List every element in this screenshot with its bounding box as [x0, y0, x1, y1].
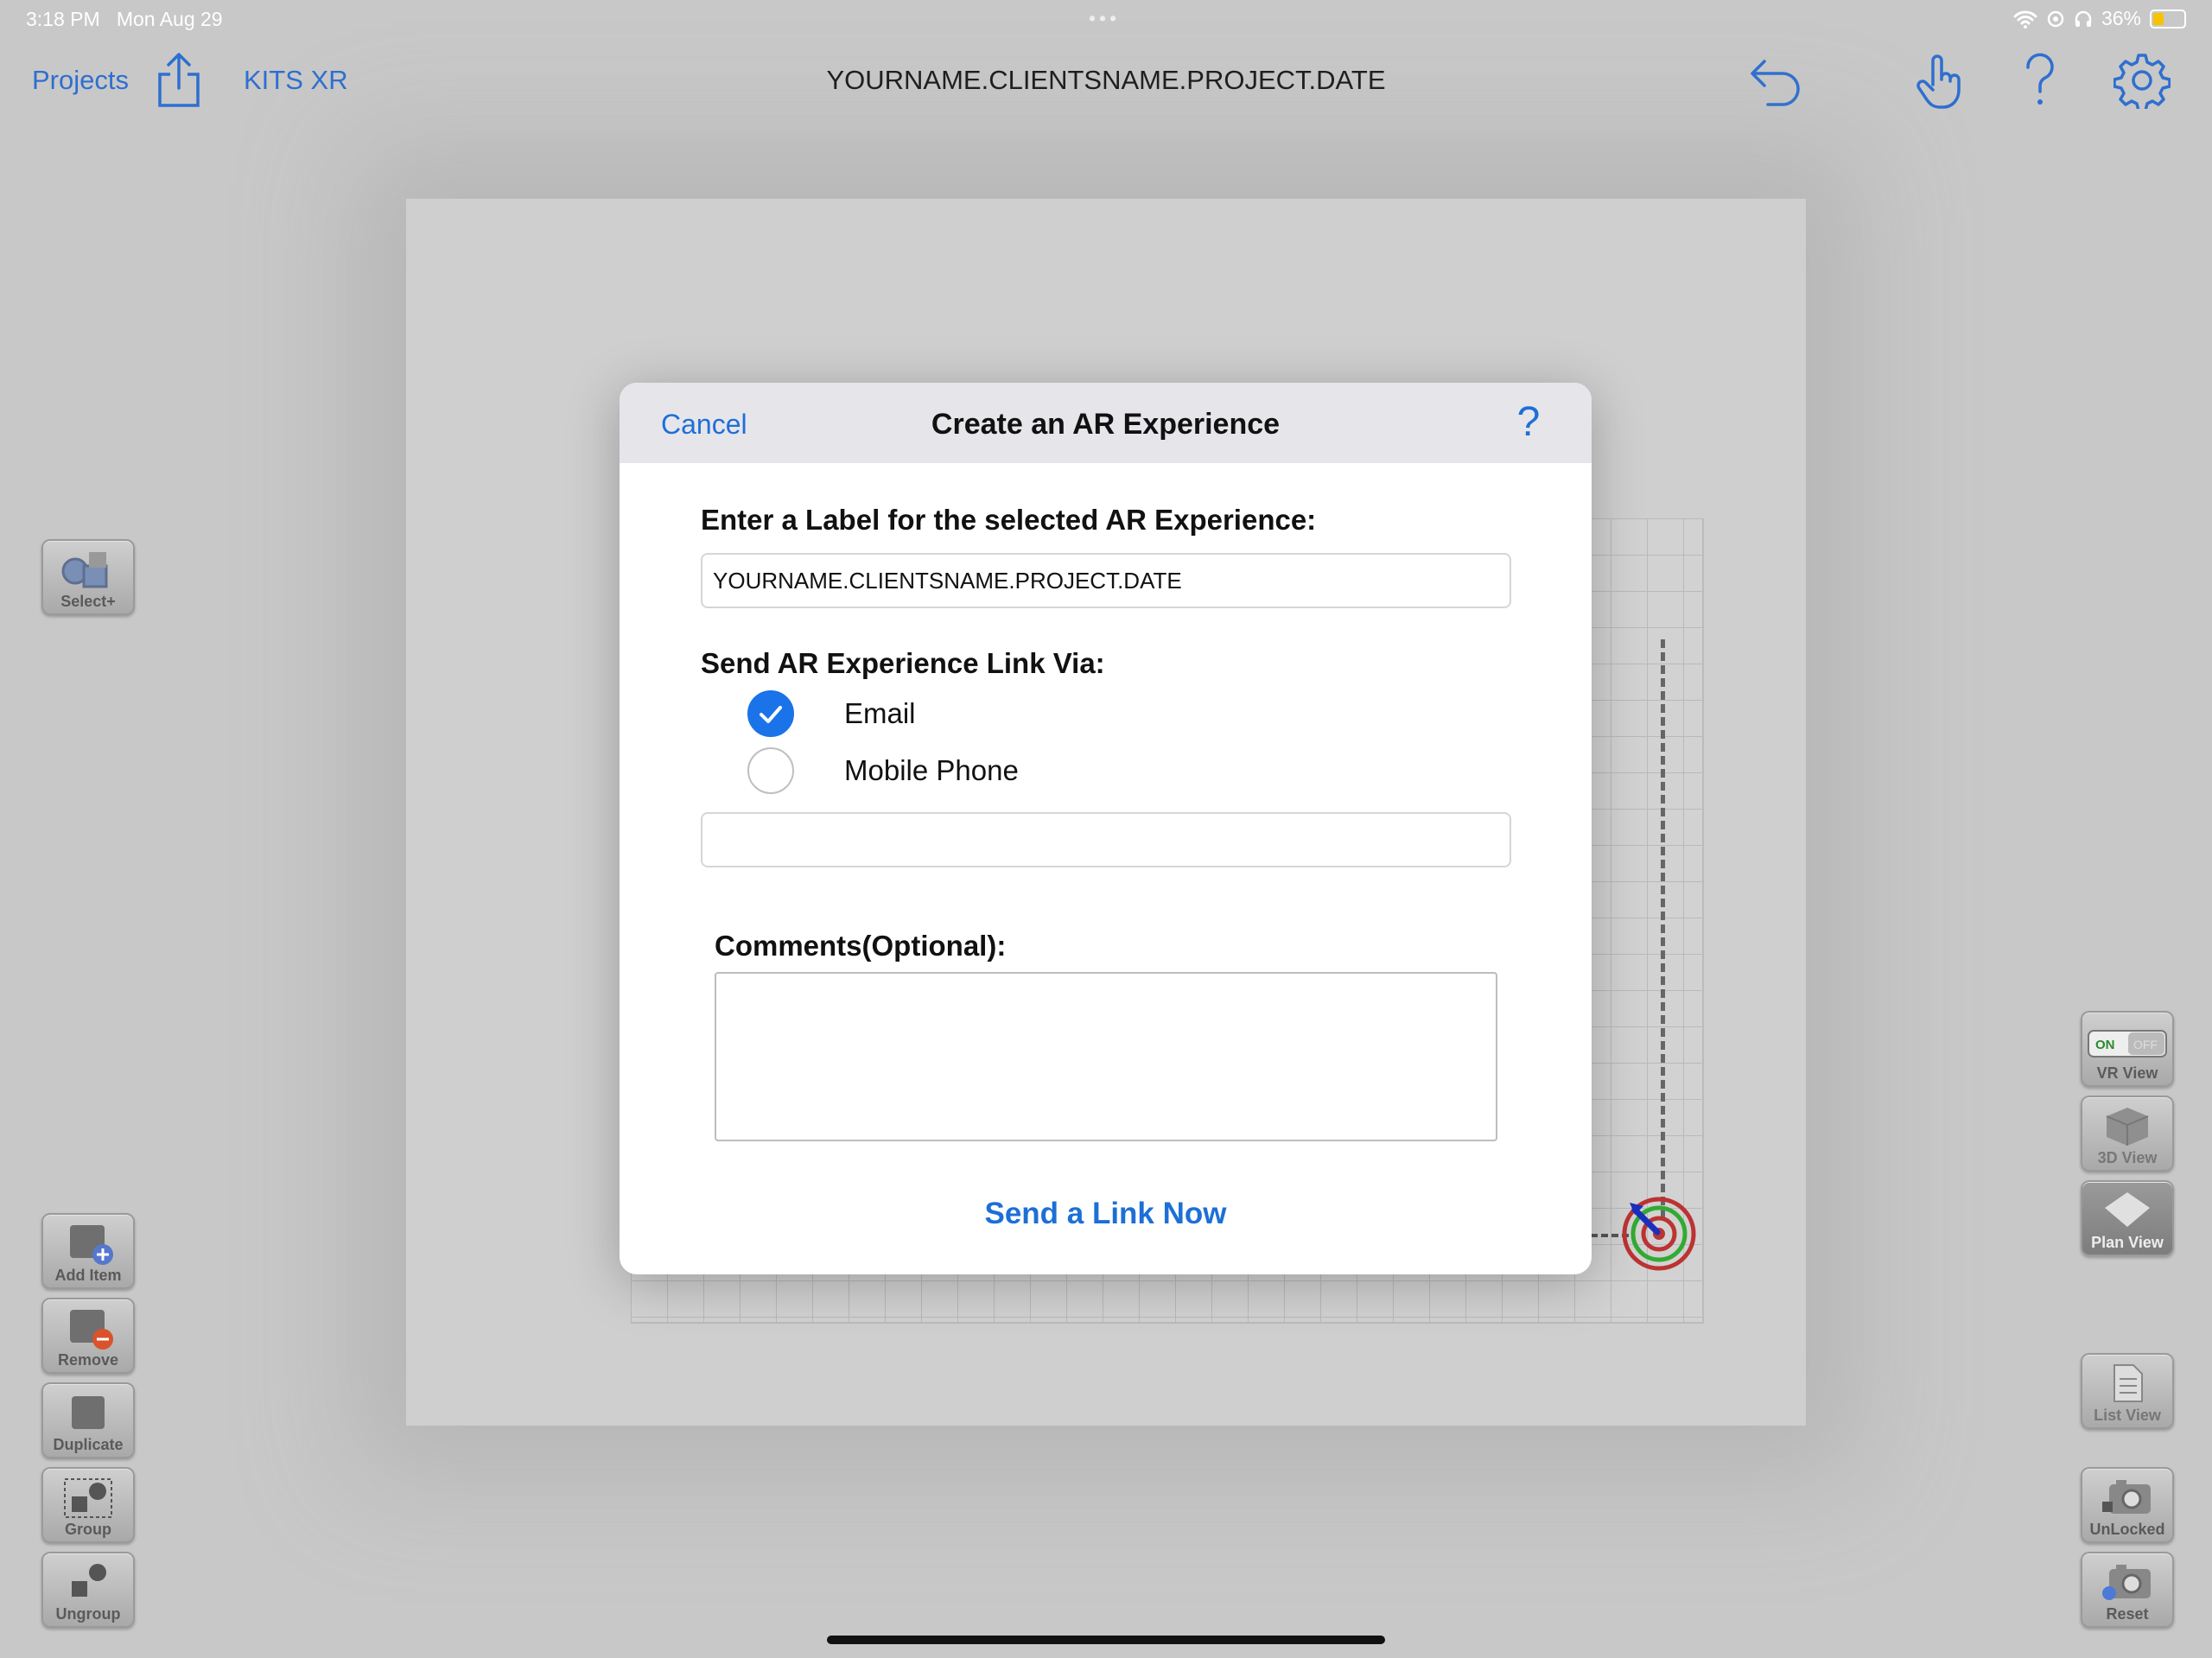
ungroup-icon [43, 1559, 133, 1605]
select-plus-button[interactable]: Select+ [41, 539, 135, 615]
label-prompt: Enter a Label for the selected AR Experi… [701, 504, 1317, 536]
group-button[interactable]: Group [41, 1467, 135, 1543]
location-lock-icon [2047, 10, 2064, 27]
radio-phone-label: Mobile Phone [844, 754, 1019, 786]
status-right: 36% [2013, 7, 2186, 30]
vr-view-toggle[interactable]: ON OFF VR View [2081, 1011, 2174, 1087]
cube-icon [2082, 1102, 2172, 1149]
origin-target-icon[interactable] [1616, 1185, 1702, 1272]
select-shapes-icon [43, 546, 133, 593]
remove-button[interactable]: Remove [41, 1298, 135, 1374]
remove-item-icon [43, 1305, 133, 1351]
svg-text:ON: ON [2095, 1038, 2115, 1052]
multitasking-dots-icon[interactable]: ••• [1089, 7, 1120, 30]
dialog-header: Cancel Create an AR Experience ? [620, 383, 1592, 463]
list-view-button[interactable]: List View [2081, 1353, 2174, 1429]
status-time: 3:18 PM Mon Aug 29 [26, 8, 223, 30]
radio-mobile-phone[interactable]: Mobile Phone [747, 747, 1019, 794]
duplicate-button[interactable]: Duplicate [41, 1382, 135, 1458]
radio-circle-icon[interactable] [747, 747, 794, 794]
add-item-icon [43, 1220, 133, 1267]
dialog-help-button[interactable]: ? [1507, 398, 1550, 447]
send-link-button[interactable]: Send a Link Now [620, 1197, 1592, 1231]
camera-unlock-icon [2082, 1474, 2172, 1521]
axis-line-vertical [1661, 639, 1665, 1218]
comments-label: Comments(Optional): [715, 930, 1007, 962]
home-indicator[interactable] [827, 1636, 1385, 1644]
help-icon[interactable] [2010, 50, 2070, 111]
ar-label-input[interactable] [701, 553, 1511, 608]
duplicate-icon [43, 1389, 133, 1436]
send-via-label: Send AR Experience Link Via: [701, 647, 1105, 679]
plan-icon [2082, 1187, 2172, 1234]
document-icon [2082, 1360, 2172, 1407]
battery-icon [2150, 9, 2186, 29]
add-item-button[interactable]: Add Item [41, 1213, 135, 1289]
radio-email[interactable]: Email [747, 690, 916, 737]
contact-input[interactable] [701, 812, 1511, 867]
camera-reset-icon [2082, 1559, 2172, 1605]
gear-icon[interactable] [2112, 50, 2172, 111]
comments-textarea[interactable] [715, 972, 1497, 1141]
checkmark-icon[interactable] [747, 690, 794, 737]
on-off-switch-icon: ON OFF [2082, 1021, 2172, 1068]
group-icon [43, 1474, 133, 1521]
unlocked-button[interactable]: UnLocked [2081, 1467, 2174, 1543]
wifi-icon [2013, 10, 2037, 29]
battery-percent: 36% [2101, 7, 2141, 29]
status-bar: 3:18 PM Mon Aug 29 ••• 36% [0, 0, 2212, 38]
3d-view-button[interactable]: 3D View [2081, 1096, 2174, 1172]
headphones-icon [2075, 10, 2092, 27]
svg-text:OFF: OFF [2133, 1038, 2158, 1051]
undo-icon[interactable] [1745, 50, 1806, 111]
reset-button[interactable]: Reset [2081, 1552, 2174, 1628]
dialog-title: Create an AR Experience [931, 408, 1281, 441]
radio-email-label: Email [844, 697, 916, 729]
plan-view-button[interactable]: Plan View [2081, 1180, 2174, 1256]
touch-gesture-icon[interactable] [1911, 50, 1972, 111]
create-ar-dialog: Cancel Create an AR Experience ? Enter a… [620, 383, 1592, 1274]
project-title: YOURNAME.CLIENTSNAME.PROJECT.DATE [826, 65, 1386, 95]
ungroup-button[interactable]: Ungroup [41, 1552, 135, 1628]
nav-bar: Projects KITS XR YOURNAME.CLIENTSNAME.PR… [0, 43, 2212, 121]
